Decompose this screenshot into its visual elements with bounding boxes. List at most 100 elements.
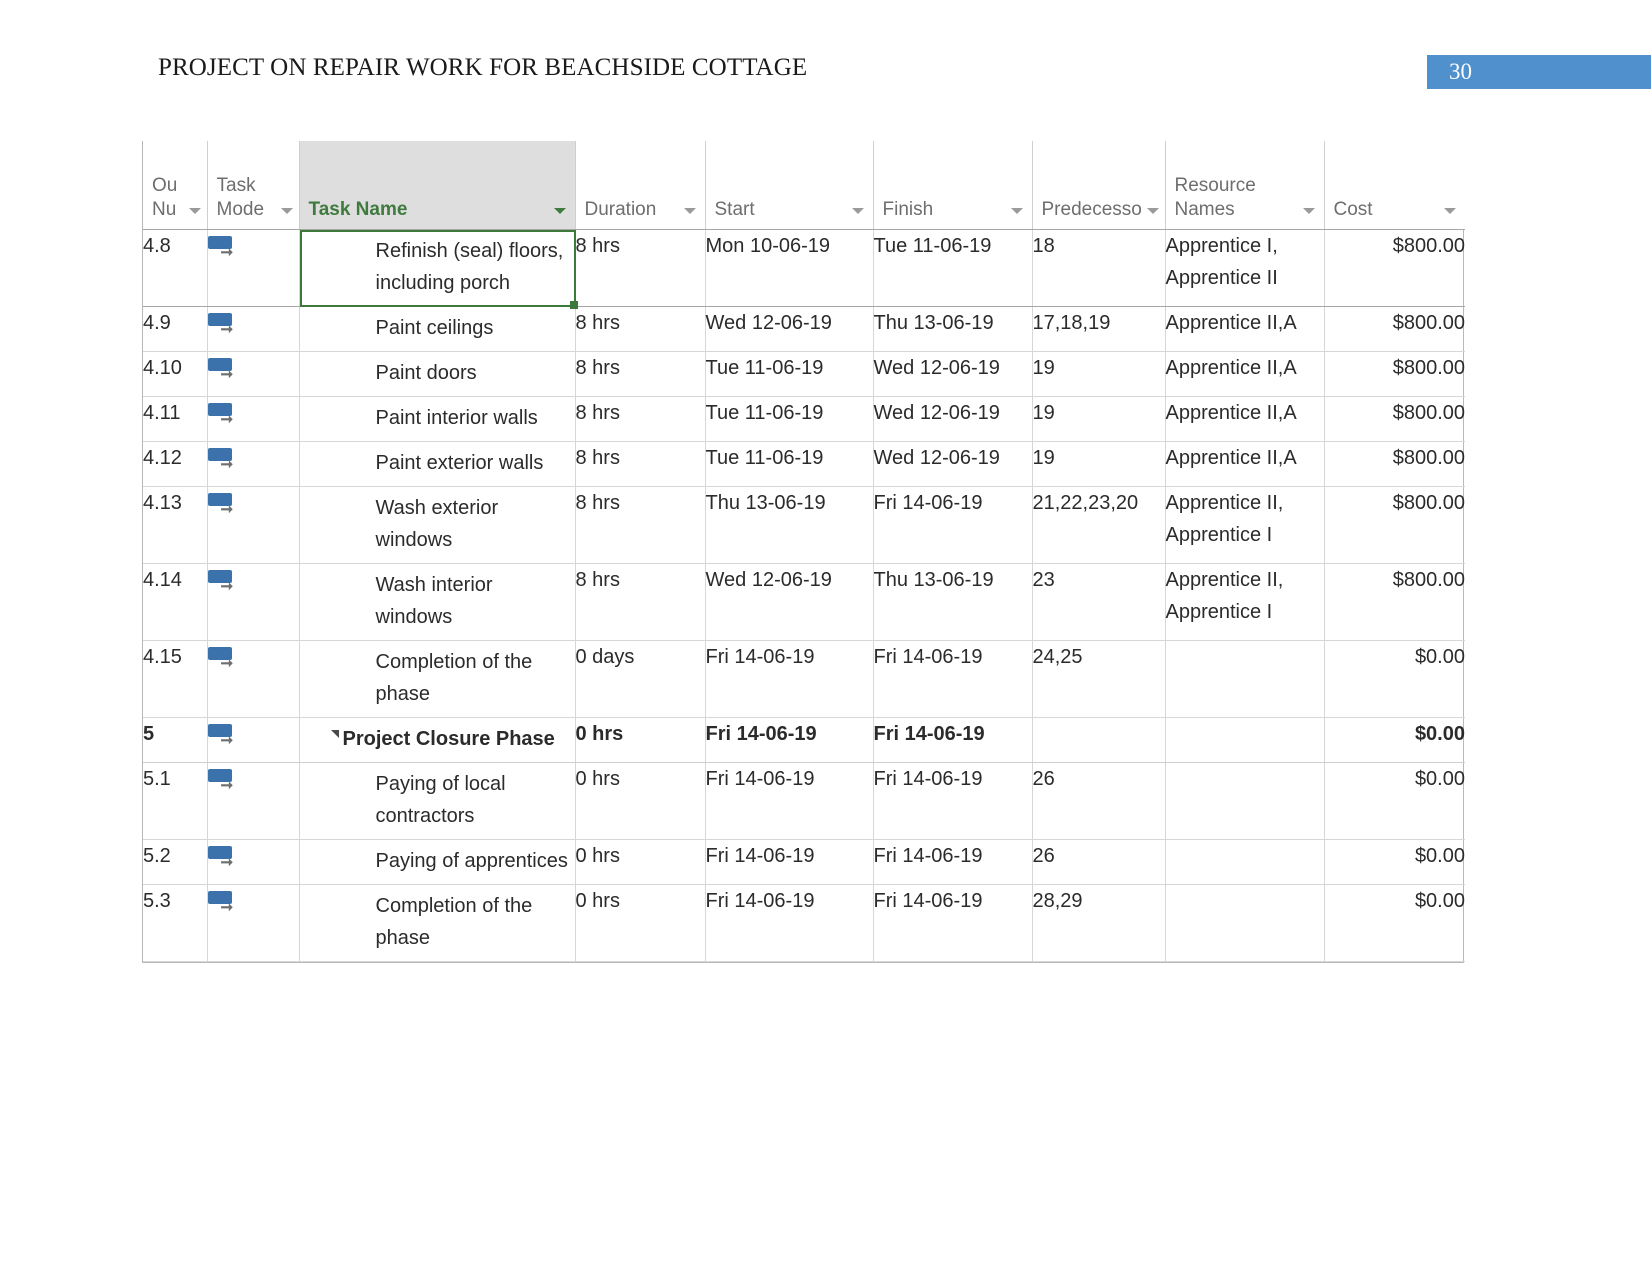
cell-predecessor[interactable]: 28,29: [1032, 884, 1166, 962]
cell-cost[interactable]: $800.00: [1324, 441, 1465, 487]
cell-outline-number[interactable]: 5.3: [143, 884, 208, 962]
cell-start-date[interactable]: Thu 13-06-19: [705, 486, 874, 564]
cell-predecessor[interactable]: [1032, 717, 1166, 763]
cell-task-name[interactable]: Paying of apprentices: [299, 839, 576, 885]
cell-outline-number[interactable]: 4.9: [143, 306, 208, 352]
cell-outline-number[interactable]: 4.14: [143, 563, 208, 641]
cell-task-mode[interactable]: ➞: [207, 229, 300, 307]
cell-outline-number[interactable]: 4.12: [143, 441, 208, 487]
chevron-down-icon[interactable]: [1146, 207, 1159, 214]
cell-predecessor[interactable]: 26: [1032, 839, 1166, 885]
cell-task-mode[interactable]: ➞: [207, 441, 300, 487]
cell-cost[interactable]: $800.00: [1324, 351, 1465, 397]
table-row[interactable]: 5.3 ➞ Completion of the phase 0 hrs Fri 14-0…: [143, 884, 1465, 962]
cell-outline-number[interactable]: 5.1: [143, 762, 208, 840]
cell-finish-date[interactable]: Wed 12-06-19: [873, 441, 1033, 487]
cell-predecessor[interactable]: 18: [1032, 229, 1166, 307]
cell-finish-date[interactable]: Tue 11-06-19: [873, 229, 1033, 307]
cell-outline-number[interactable]: 5: [143, 717, 208, 763]
table-row[interactable]: 4.11 ➞ Paint interior walls 8 hrs Tue 11-06-…: [143, 396, 1465, 442]
cell-cost[interactable]: $800.00: [1324, 306, 1465, 352]
cell-cost[interactable]: $800.00: [1324, 563, 1465, 641]
cell-task-mode[interactable]: ➞: [207, 717, 300, 763]
cell-start-date[interactable]: Tue 11-06-19: [705, 351, 874, 397]
cell-duration[interactable]: 8 hrs: [575, 351, 706, 397]
chevron-down-icon[interactable]: [1010, 207, 1023, 214]
cell-resource-names[interactable]: Apprentice II,A: [1165, 441, 1325, 487]
cell-finish-date[interactable]: Thu 13-06-19: [873, 563, 1033, 641]
chevron-down-icon[interactable]: [188, 207, 201, 214]
cell-duration[interactable]: 0 hrs: [575, 884, 706, 962]
cell-cost[interactable]: $0.00: [1324, 762, 1465, 840]
cell-start-date[interactable]: Tue 11-06-19: [705, 396, 874, 442]
table-row[interactable]: 4.9 ➞ Paint ceilings 8 hrs Wed 12-06-19 Thu 1…: [143, 306, 1465, 352]
cell-predecessor[interactable]: 24,25: [1032, 640, 1166, 718]
cell-duration[interactable]: 0 days: [575, 640, 706, 718]
cell-duration[interactable]: 8 hrs: [575, 229, 706, 307]
cell-duration[interactable]: 0 hrs: [575, 717, 706, 763]
chevron-down-icon[interactable]: [683, 207, 696, 214]
table-row[interactable]: 5.1 ➞ Paying of local contractors 0 hrs Fri …: [143, 762, 1465, 840]
cell-outline-number[interactable]: 4.11: [143, 396, 208, 442]
cell-outline-number[interactable]: 5.2: [143, 839, 208, 885]
cell-task-mode[interactable]: ➞: [207, 563, 300, 641]
cell-duration[interactable]: 8 hrs: [575, 563, 706, 641]
column-header-outline[interactable]: Ou Nu: [143, 141, 208, 230]
cell-outline-number[interactable]: 4.13: [143, 486, 208, 564]
cell-finish-date[interactable]: Fri 14-06-19: [873, 762, 1033, 840]
cell-duration[interactable]: 0 hrs: [575, 839, 706, 885]
cell-outline-number[interactable]: 4.8: [143, 229, 208, 307]
cell-task-name[interactable]: Paint ceilings: [299, 306, 576, 352]
cell-duration[interactable]: 8 hrs: [575, 396, 706, 442]
cell-start-date[interactable]: Tue 11-06-19: [705, 441, 874, 487]
cell-start-date[interactable]: Fri 14-06-19: [705, 717, 874, 763]
cell-duration[interactable]: 8 hrs: [575, 306, 706, 352]
column-header-task_mode[interactable]: Task Mode: [207, 141, 300, 230]
chevron-down-icon[interactable]: [1302, 207, 1315, 214]
table-row[interactable]: 4.10 ➞ Paint doors 8 hrs Tue 11-06-19 Wed 12-…: [143, 351, 1465, 397]
cell-task-mode[interactable]: ➞: [207, 640, 300, 718]
table-row[interactable]: 5.2 ➞ Paying of apprentices 0 hrs Fri 14-06-…: [143, 839, 1465, 885]
cell-resource-names[interactable]: Apprentice II,A: [1165, 351, 1325, 397]
cell-resource-names[interactable]: Apprentice II, Apprentice I: [1165, 563, 1325, 641]
table-row[interactable]: 4.8 ➞ Refinish (seal) floors, including po…: [143, 229, 1465, 309]
cell-task-mode[interactable]: ➞: [207, 762, 300, 840]
column-header-predecessor[interactable]: Predecesso: [1032, 141, 1166, 230]
cell-cost[interactable]: $0.00: [1324, 640, 1465, 718]
collapse-triangle-icon[interactable]: [330, 729, 339, 738]
cell-resource-names[interactable]: [1165, 717, 1325, 763]
cell-cost[interactable]: $800.00: [1324, 229, 1465, 307]
cell-task-mode[interactable]: ➞: [207, 396, 300, 442]
chevron-down-icon[interactable]: [1444, 207, 1456, 214]
cell-predecessor[interactable]: 26: [1032, 762, 1166, 840]
cell-predecessor[interactable]: 21,22,23,20: [1032, 486, 1166, 564]
cell-resource-names[interactable]: Apprentice II,A: [1165, 306, 1325, 352]
chevron-down-icon[interactable]: [280, 207, 293, 214]
table-row[interactable]: 4.13 ➞ Wash exterior windows 8 hrs Thu 13-06…: [143, 486, 1465, 564]
cell-task-name[interactable]: Wash interior windows: [299, 563, 576, 641]
cell-finish-date[interactable]: Fri 14-06-19: [873, 640, 1033, 718]
cell-finish-date[interactable]: Wed 12-06-19: [873, 351, 1033, 397]
cell-start-date[interactable]: Wed 12-06-19: [705, 306, 874, 352]
table-row[interactable]: 5 ➞ Project Closure Phase 0 hrs Fri 14-06-19…: [143, 717, 1465, 763]
cell-task-name[interactable]: Wash exterior windows: [299, 486, 576, 564]
table-row[interactable]: 4.12 ➞ Paint exterior walls 8 hrs Tue 11-06-…: [143, 441, 1465, 487]
cell-cost[interactable]: $0.00: [1324, 839, 1465, 885]
cell-outline-number[interactable]: 4.15: [143, 640, 208, 718]
column-header-start[interactable]: Start: [705, 141, 874, 230]
cell-start-date[interactable]: Fri 14-06-19: [705, 762, 874, 840]
cell-predecessor[interactable]: 19: [1032, 441, 1166, 487]
cell-start-date[interactable]: Fri 14-06-19: [705, 839, 874, 885]
cell-predecessor[interactable]: 19: [1032, 396, 1166, 442]
column-header-task_name[interactable]: Task Name: [299, 141, 576, 230]
table-row[interactable]: 4.15 ➞ Completion of the phase 0 days Fri 14…: [143, 640, 1465, 718]
cell-resource-names[interactable]: [1165, 884, 1325, 962]
chevron-down-icon[interactable]: [553, 207, 566, 214]
column-header-resources[interactable]: Resource Names: [1165, 141, 1325, 230]
cell-cost[interactable]: $800.00: [1324, 486, 1465, 564]
cell-finish-date[interactable]: Fri 14-06-19: [873, 486, 1033, 564]
cell-task-name[interactable]: Paint exterior walls: [299, 441, 576, 487]
cell-resource-names[interactable]: Apprentice II,A: [1165, 396, 1325, 442]
cell-resource-names[interactable]: [1165, 762, 1325, 840]
cell-resource-names[interactable]: Apprentice I, Apprentice II: [1165, 229, 1325, 307]
